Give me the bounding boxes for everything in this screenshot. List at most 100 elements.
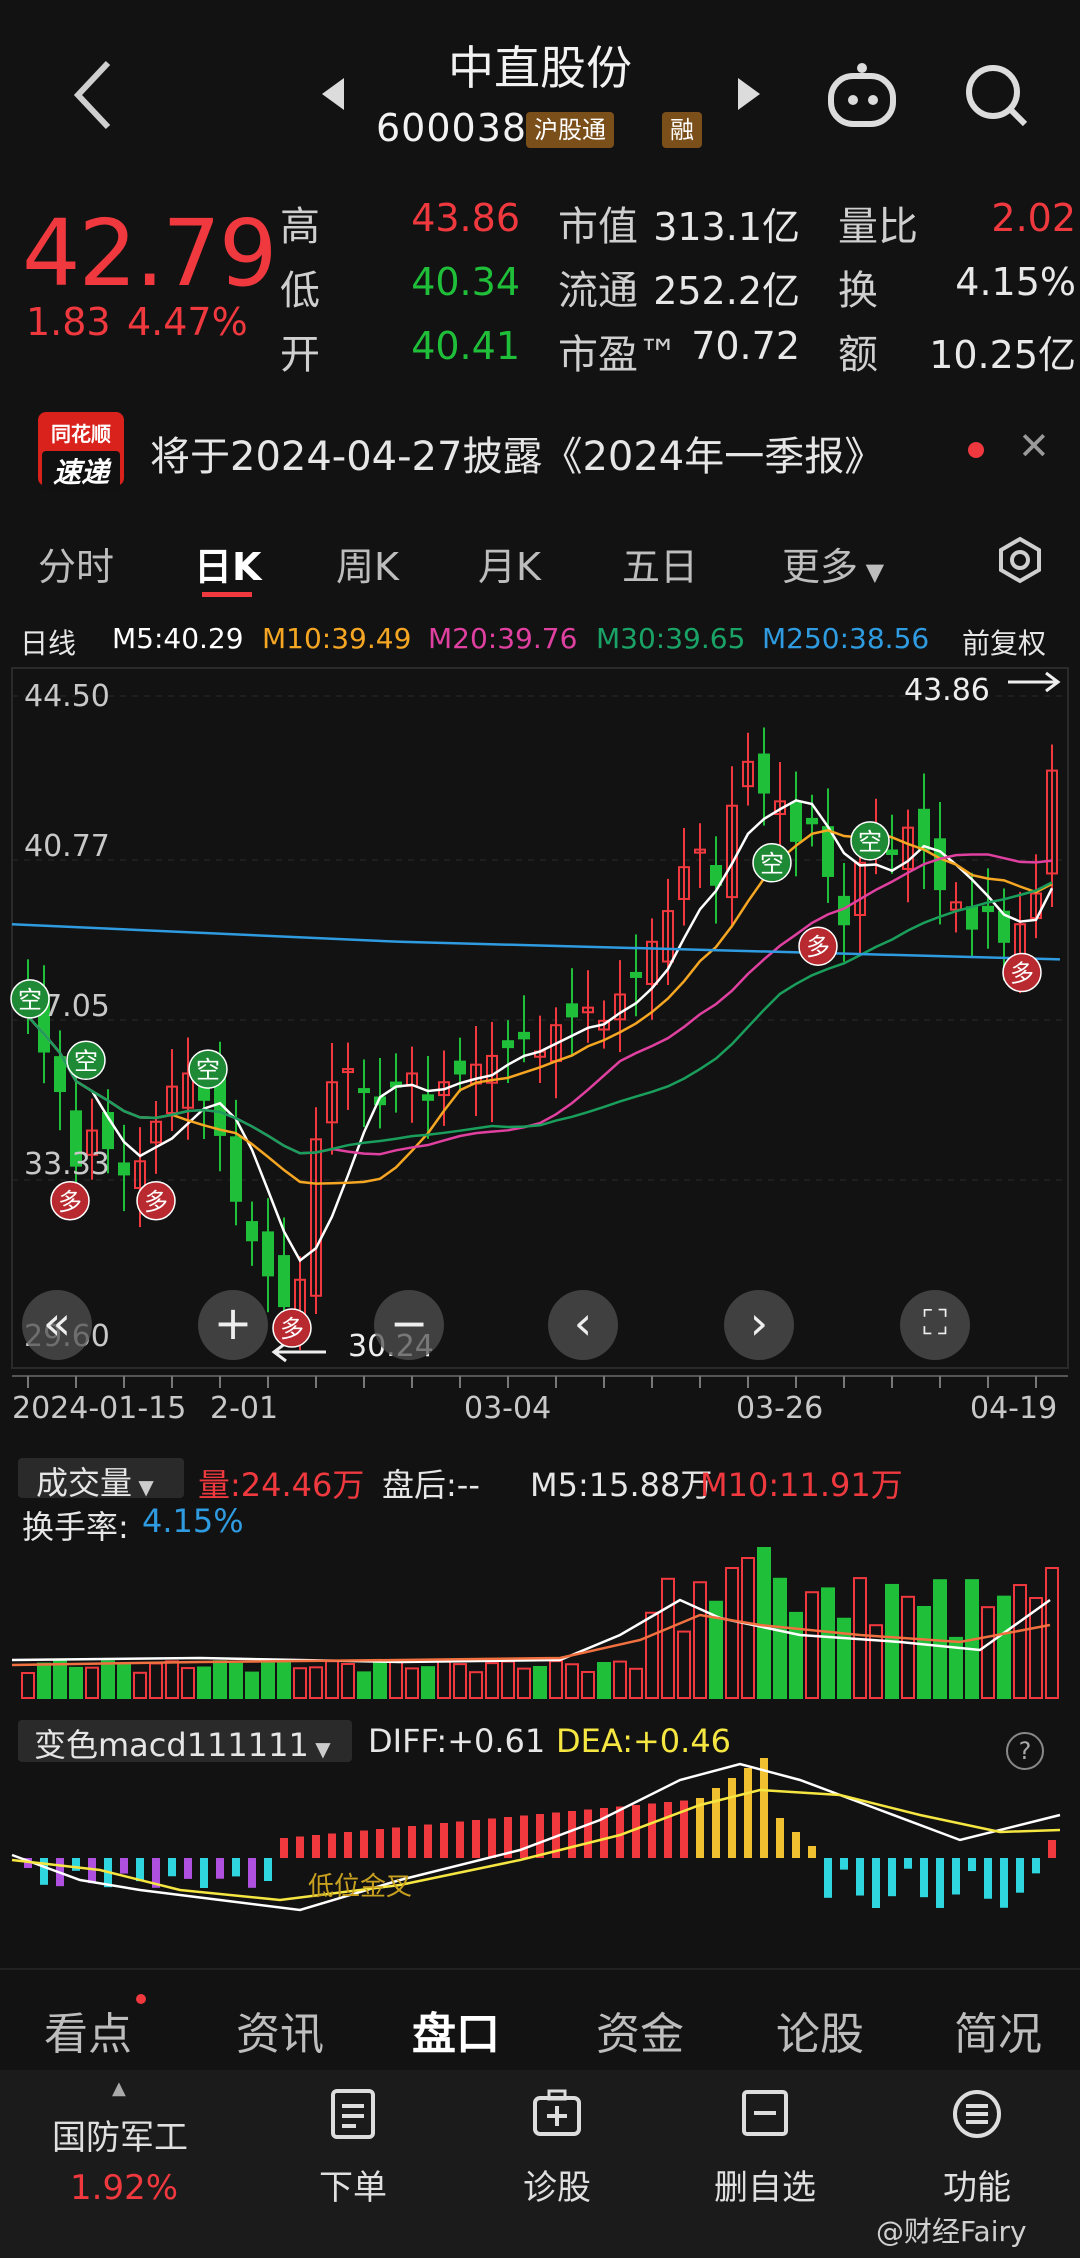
volume-bar <box>229 1662 243 1699</box>
scroll-right-icon[interactable]: › <box>724 1290 794 1360</box>
diagnose-icon[interactable] <box>532 2088 582 2140</box>
order-button[interactable]: 下单 <box>273 2160 433 2209</box>
x-tick-4: 03-26 <box>736 1391 823 1426</box>
volume-title: 成交量 <box>36 1464 133 1502</box>
volume-bar <box>53 1660 67 1699</box>
volume-bar <box>565 1663 579 1700</box>
macd-bar <box>744 1768 752 1858</box>
signal-label: 多 <box>280 1315 304 1343</box>
macd-bar <box>920 1858 928 1898</box>
pe-value: 70.72 <box>691 324 800 368</box>
macd-bar <box>216 1858 224 1879</box>
candle-body <box>358 1088 370 1094</box>
volume-bar <box>293 1667 307 1700</box>
ma20-label: M20:39.76 <box>428 622 578 655</box>
next-stock-icon[interactable] <box>734 74 764 114</box>
x-tick-1: 2024-01-15 <box>12 1391 186 1426</box>
tab-more-label: 更多 <box>782 545 859 589</box>
macd-bar <box>472 1820 480 1858</box>
zoom-out-icon[interactable]: − <box>374 1290 444 1360</box>
amount-label: 额 <box>838 332 878 378</box>
macd-bar <box>488 1818 496 1858</box>
volume-bar <box>805 1591 819 1699</box>
settings-icon[interactable] <box>996 536 1044 584</box>
function-button[interactable]: 功能 <box>897 2160 1057 2209</box>
logo-bottom-text: 速递 <box>42 451 120 491</box>
volume-bar <box>821 1587 835 1699</box>
robot-assistant-icon[interactable] <box>825 62 899 132</box>
sector-name[interactable]: 国防军工 <box>52 2110 188 2159</box>
fullscreen-icon[interactable]: ⛶ <box>900 1290 970 1360</box>
tab-order-book[interactable]: 盘口 <box>412 1998 500 2062</box>
news-text[interactable]: 将于2024-04-27披露《2024年一季报》 <box>150 424 884 482</box>
volume-bar <box>133 1671 147 1699</box>
tab-intraday[interactable]: 分时 <box>38 536 114 591</box>
after-hours-value: 盘后:-- <box>382 1466 480 1504</box>
volume-bar <box>581 1670 595 1700</box>
volume-bar <box>405 1667 419 1699</box>
volume-bar <box>181 1667 195 1700</box>
volume-chart[interactable] <box>0 1540 1080 1700</box>
tab-weekly-k[interactable]: 周K <box>336 536 399 591</box>
macd-bar <box>392 1827 400 1858</box>
zoom-in-icon[interactable]: + <box>198 1290 268 1360</box>
margin-badge: 融 <box>662 112 702 148</box>
scroll-left-icon[interactable]: ‹ <box>548 1290 618 1360</box>
order-icon[interactable] <box>328 2088 378 2140</box>
macd-bar <box>328 1833 336 1858</box>
remove-watchlist-icon[interactable] <box>740 2088 790 2140</box>
rewind-icon[interactable]: « <box>22 1290 92 1360</box>
macd-bar <box>376 1829 384 1858</box>
macd-bars <box>24 1758 1056 1908</box>
macd-bar <box>824 1858 832 1898</box>
tab-five-day[interactable]: 五日 <box>622 536 698 591</box>
volume-bar <box>373 1662 387 1699</box>
last-price: 42.79 <box>22 200 277 307</box>
signal-label: 多 <box>58 1188 82 1216</box>
macd-bar <box>616 1806 624 1858</box>
unread-dot <box>968 442 984 458</box>
macd-bar <box>632 1805 640 1858</box>
macd-bar <box>344 1832 352 1858</box>
candle-body <box>246 1221 258 1242</box>
macd-bar <box>840 1858 848 1870</box>
tab-capital[interactable]: 资金 <box>596 1998 684 2062</box>
volume-bar <box>549 1660 563 1699</box>
candle-body <box>262 1231 274 1277</box>
search-icon[interactable] <box>963 62 1029 128</box>
volume-indicator-select[interactable]: 成交量 ▼ <box>18 1458 184 1502</box>
high-label: 高 <box>280 204 320 250</box>
tab-more[interactable]: 更多 ▼ <box>782 536 884 591</box>
float-label: 流通 <box>558 268 638 314</box>
candle-body <box>918 808 930 851</box>
pe-label: 市盈™ <box>558 332 678 378</box>
tab-monthly-k[interactable]: 月K <box>478 536 541 591</box>
remove-watchlist-button[interactable]: 删自选 <box>685 2160 845 2209</box>
diagnose-button[interactable]: 诊股 <box>477 2160 637 2209</box>
close-icon[interactable]: ✕ <box>1018 424 1050 468</box>
volume-bar <box>997 1595 1011 1700</box>
macd-chart[interactable]: 低位金叉 <box>0 1740 1080 1950</box>
candle-body <box>934 838 946 891</box>
signal-label: 多 <box>144 1188 168 1216</box>
macd-bar <box>776 1818 784 1858</box>
volume-bar <box>645 1611 659 1699</box>
tab-highlights[interactable]: 看点 <box>44 1998 132 2062</box>
tab-daily-k[interactable]: 日K <box>194 536 261 591</box>
volume-bar <box>741 1557 755 1699</box>
tab-forum[interactable]: 论股 <box>776 1998 864 2062</box>
active-tab-indicator <box>202 592 252 597</box>
menu-icon[interactable] <box>952 2088 1002 2140</box>
x-tick-5: 04-19 <box>970 1391 1057 1426</box>
volume-bar <box>21 1672 35 1699</box>
hgt-badge: 沪股通 <box>526 112 614 148</box>
adjust-label[interactable]: 前复权 <box>962 622 1046 662</box>
candle-body <box>630 971 642 978</box>
signal-markers: 空空 空空空多 多多多多 <box>10 821 1042 1348</box>
macd-bar <box>40 1858 48 1885</box>
prev-stock-icon[interactable] <box>318 74 348 114</box>
volume-bar <box>261 1662 275 1699</box>
tab-news[interactable]: 资讯 <box>236 1998 324 2062</box>
macd-bar <box>584 1809 592 1858</box>
amount-value: 10.25亿 <box>929 333 1076 377</box>
